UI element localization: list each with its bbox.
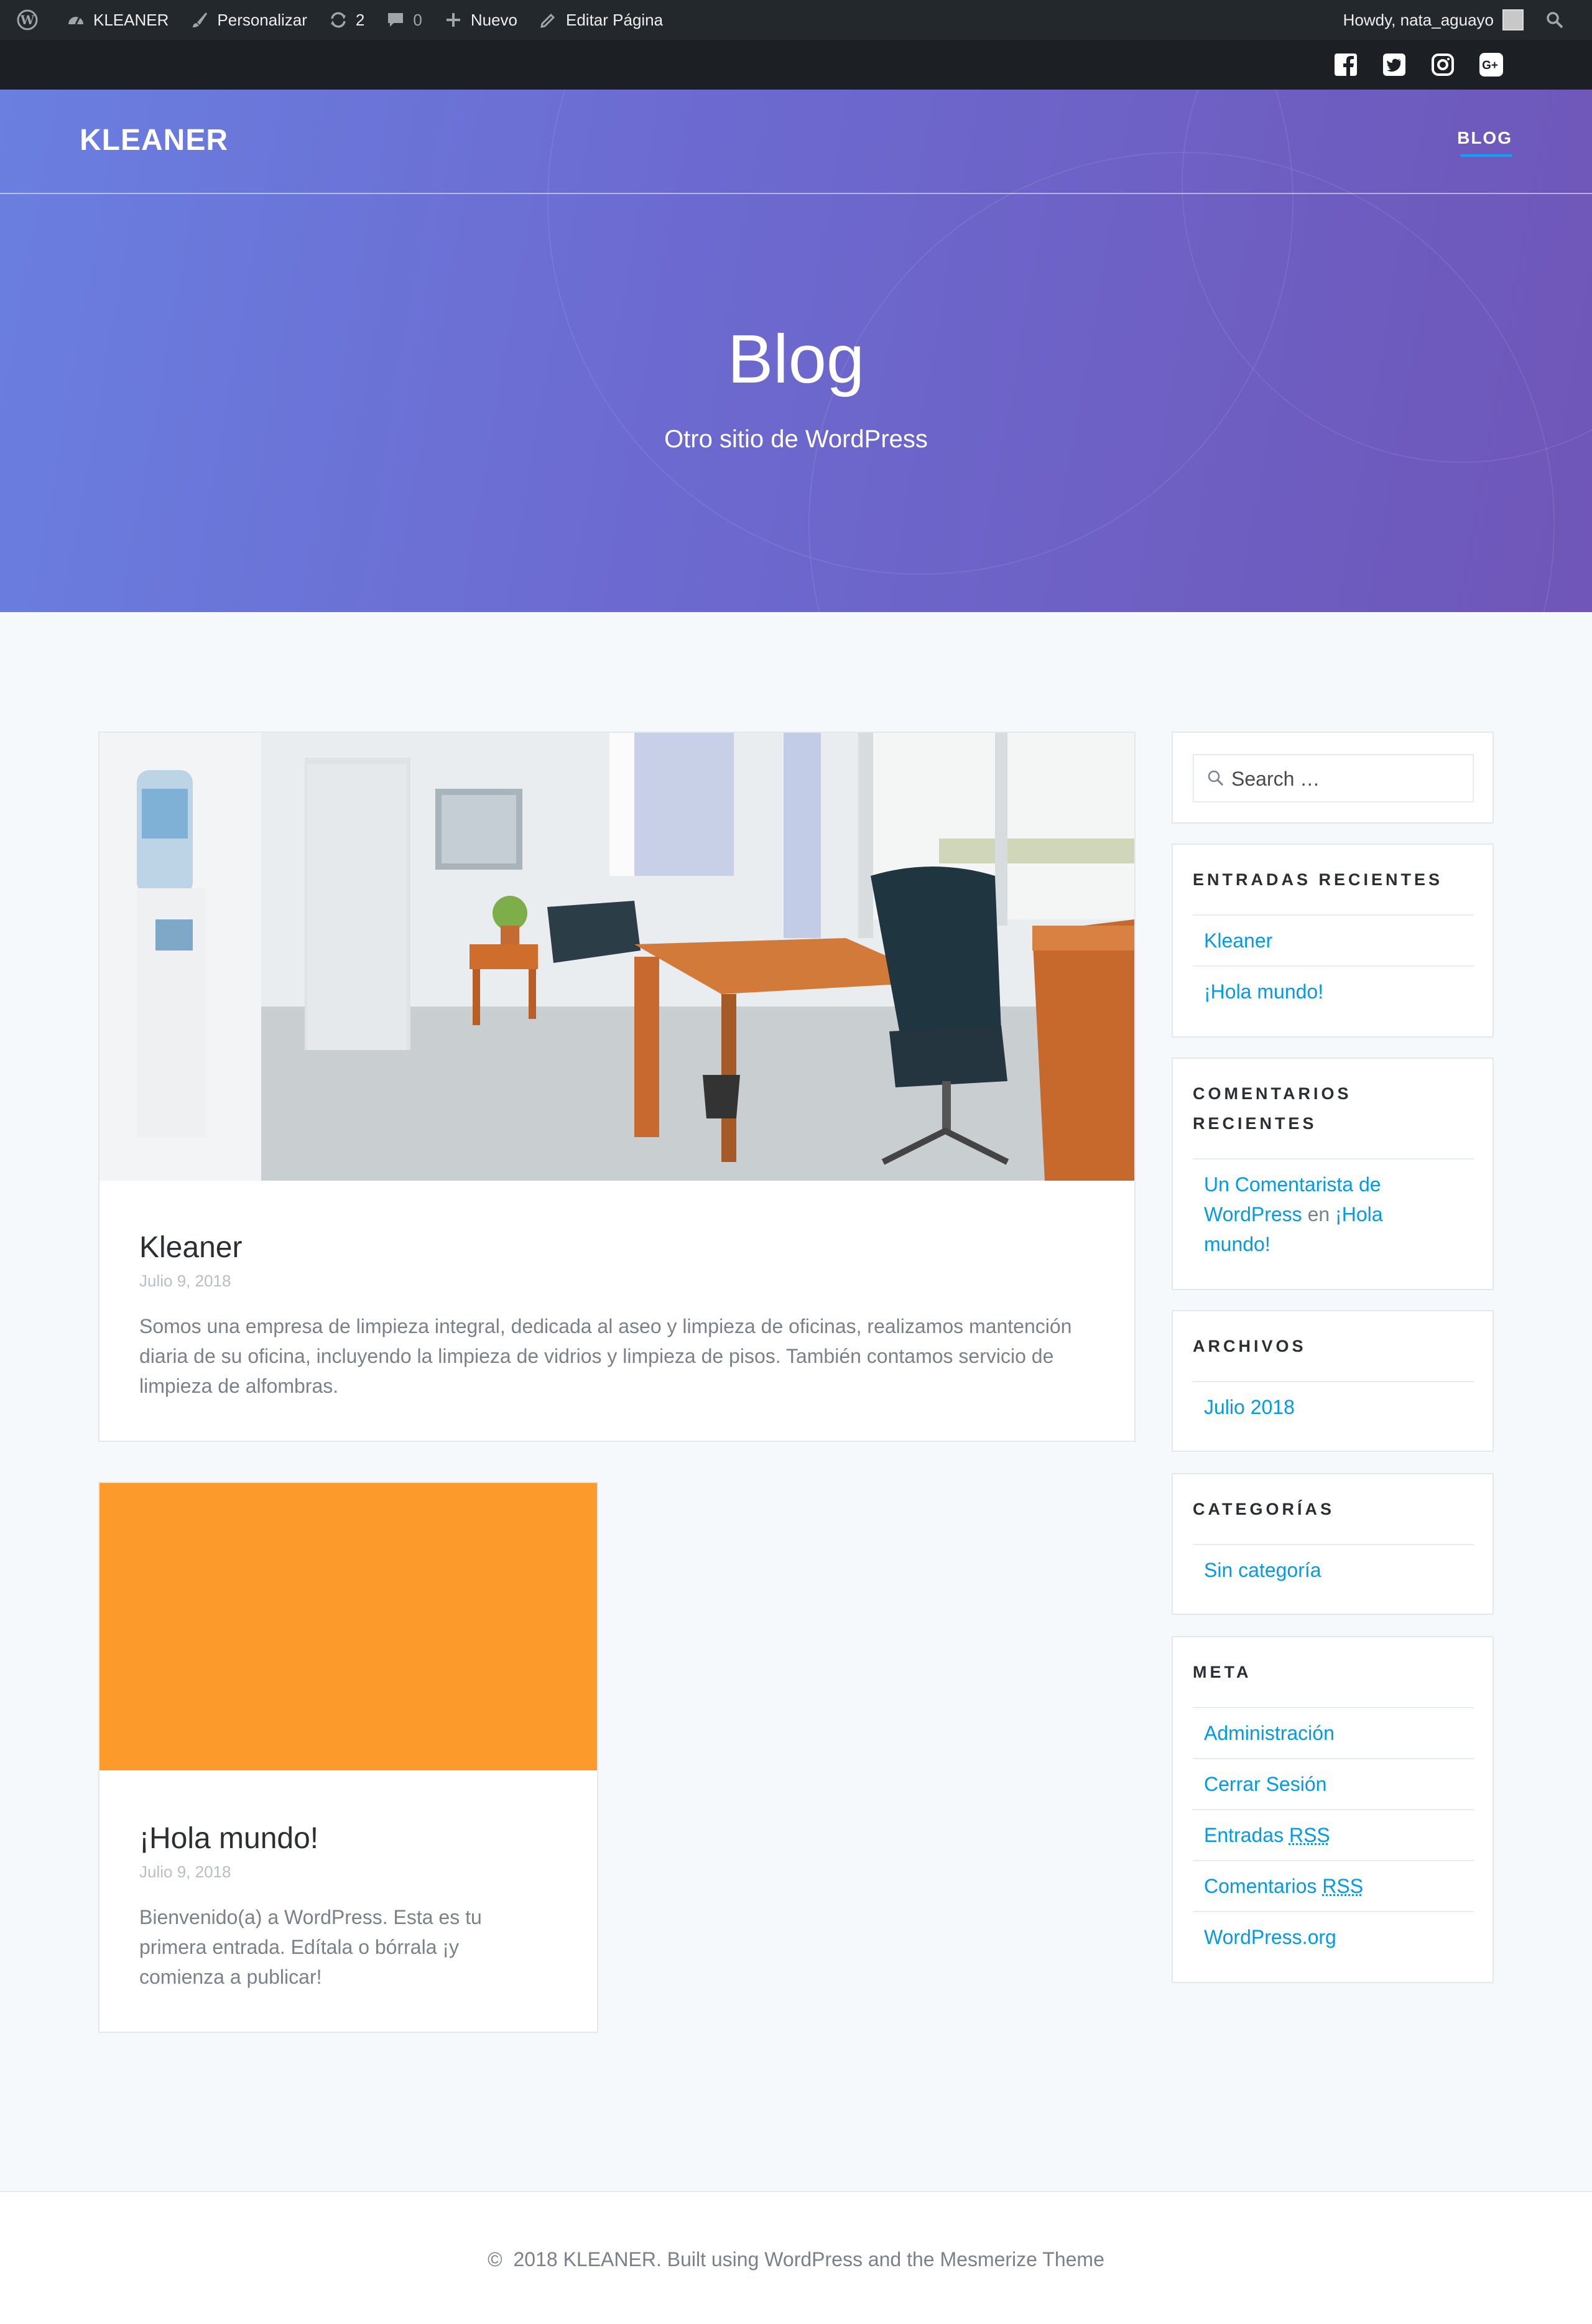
divider [1193,1911,1474,1912]
recent-post-link[interactable]: ¡Hola mundo! [1204,977,1323,1006]
post-title[interactable]: ¡Hola mundo! [139,1821,318,1856]
divider [1193,1758,1474,1759]
divider [1193,1381,1474,1382]
widget-title: ENTRADAS RECIENTES [1193,870,1443,889]
site-name-menu[interactable]: KLEANER [55,0,178,40]
customize-label: Personalizar [217,10,307,29]
post-thumbnail[interactable] [100,733,1134,1181]
nav-divider [0,193,1592,194]
post-thumbnail[interactable] [100,1483,597,1770]
comment-icon [384,9,407,31]
page-subtitle: Otro sitio de WordPress [664,425,928,453]
category-link[interactable]: Sin categoría [1204,1555,1321,1585]
google-plus-icon[interactable]: G+ [1478,51,1505,78]
avatar [1502,9,1524,30]
post-title[interactable]: Kleaner [139,1230,242,1265]
post-date[interactable]: Julio 9, 2018 [139,1271,231,1291]
divider [1193,914,1474,916]
comments-rss-label: Comentarios [1204,1875,1323,1897]
pencil-icon [537,9,560,31]
wordpress-icon: W [16,9,39,31]
comment-post-link[interactable]: mundo! [1204,1229,1270,1259]
comments-button[interactable]: 0 [374,0,432,40]
post-excerpt: Bienvenido(a) a WordPress. Esta es tu pr… [139,1906,482,1988]
comment-connector: en [1302,1203,1336,1225]
updates-button[interactable]: 2 [317,0,374,40]
admin-bar: W KLEANER Personalizar 2 0 Nuevo Editar … [0,0,1592,40]
facebook-icon[interactable] [1332,51,1359,78]
post-excerpt: Somos una empresa de limpieza integral, … [139,1315,1072,1397]
comment-author-link[interactable]: Un Comentarista de [1204,1169,1381,1199]
twitter-icon[interactable] [1381,51,1408,78]
page-title: Blog [727,321,865,397]
search-form [1193,754,1474,802]
entries-rss-label: Entradas [1204,1824,1289,1846]
recent-post-link[interactable]: Kleaner [1204,926,1272,955]
wordpress-org-link[interactable]: WordPress.org [1204,1922,1336,1952]
post-card: Kleaner Julio 9, 2018 Somos una empresa … [98,732,1136,1442]
widget-title: META [1193,1663,1252,1681]
divider [1193,1860,1474,1861]
search-icon [1206,769,1225,791]
rss-abbr: RSS [1289,1824,1330,1846]
post-date[interactable]: Julio 9, 2018 [139,1862,231,1882]
archive-link[interactable]: Julio 2018 [1204,1392,1295,1422]
search-input[interactable] [1231,764,1468,794]
plus-icon [442,9,465,31]
edit-page-button[interactable]: Editar Página [527,0,673,40]
site-name-label: KLEANER [93,10,169,29]
widget-title: CATEGORÍAS [1193,1500,1335,1518]
wordpress-logo-button[interactable]: W [6,0,55,40]
svg-text:W: W [20,12,35,27]
edit-page-label: Editar Página [566,10,664,29]
widget-title-line1: COMENTARIOS [1193,1084,1352,1103]
meta-widget: META Administración Cerrar Sesión Entrad… [1172,1636,1494,1983]
search-icon [1543,9,1566,31]
footer-credit: © 2018 KLEANER. Built using WordPress an… [488,2248,1104,2271]
social-bar: G+ [0,40,1592,90]
brush-icon [188,9,211,31]
comments-rss-link[interactable]: Comentarios RSS [1204,1871,1363,1901]
howdy-label: Howdy, nata_aguayo [1343,10,1494,29]
nav-item-blog[interactable]: BLOG [1457,128,1512,148]
account-menu[interactable]: Howdy, nata_aguayo [1333,0,1534,40]
hero-header: KLEANER BLOG Blog Otro sitio de WordPres… [0,90,1592,612]
widget-title: ARCHIVOS [1193,1337,1307,1355]
archives-widget: ARCHIVOS Julio 2018 [1172,1310,1494,1452]
divider [1193,1707,1474,1708]
comment-author-link[interactable]: WordPress [1204,1203,1302,1225]
recent-posts-widget: ENTRADAS RECIENTES Kleaner ¡Hola mundo! [1172,844,1494,1038]
divider [1193,1544,1474,1545]
nav-active-indicator [1460,154,1512,157]
site-logo[interactable]: KLEANER [80,123,228,157]
admin-link[interactable]: Administración [1204,1718,1335,1748]
recent-comments-widget: COMENTARIOS RECIENTES Un Comentarista de… [1172,1057,1494,1290]
recent-comment-line: WordPress en ¡Hola [1204,1199,1383,1229]
updates-count: 2 [355,10,365,29]
dashboard-icon [65,9,87,31]
rss-abbr: RSS [1322,1875,1364,1897]
comment-post-link[interactable]: ¡Hola [1335,1203,1382,1225]
divider [1193,965,1474,967]
admin-search-button[interactable] [1534,0,1582,40]
updates-icon [327,9,349,31]
divider [1193,1809,1474,1810]
new-content-button[interactable]: Nuevo [432,0,527,40]
svg-text:G+: G+ [1482,59,1498,72]
customize-button[interactable]: Personalizar [178,0,317,40]
logout-link[interactable]: Cerrar Sesión [1204,1769,1326,1799]
new-label: Nuevo [470,10,517,29]
comments-count: 0 [413,10,422,29]
instagram-icon[interactable] [1429,51,1456,78]
search-widget [1172,732,1494,824]
site-footer: © 2018 KLEANER. Built using WordPress an… [0,2191,1592,2324]
divider [1193,1158,1474,1160]
entries-rss-link[interactable]: Entradas RSS [1204,1820,1330,1850]
categories-widget: CATEGORÍAS Sin categoría [1172,1473,1494,1615]
widget-title-line2: RECIENTES [1193,1114,1317,1133]
post-card: ¡Hola mundo! Julio 9, 2018 Bienvenido(a)… [98,1482,598,2033]
